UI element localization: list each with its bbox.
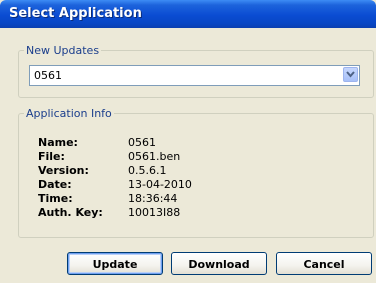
- info-row-version: Version: 0.5.6.1: [38, 164, 278, 178]
- info-label: Auth. Key:: [38, 206, 103, 219]
- select-application-dialog: Select Application New Updates 0561 Appl…: [0, 0, 376, 283]
- info-value: 10013I88: [128, 206, 181, 219]
- application-info-group: Application Info Name: 0561 File: 0561.b…: [18, 107, 374, 238]
- download-button[interactable]: Download: [171, 252, 267, 275]
- window-title: Select Application: [9, 6, 142, 21]
- info-row-auth-key: Auth. Key: 10013I88: [38, 206, 278, 220]
- info-label: Date:: [38, 178, 72, 191]
- info-row-name: Name: 0561: [38, 136, 278, 150]
- update-select-value: 0561: [34, 69, 62, 82]
- update-button[interactable]: Update: [67, 252, 163, 275]
- dialog-body: New Updates 0561 Application Info Name: …: [0, 28, 376, 283]
- application-info-legend: Application Info: [26, 107, 112, 120]
- chevron-down-icon: [346, 71, 355, 78]
- info-row-file: File: 0561.ben: [38, 150, 278, 164]
- dropdown-button[interactable]: [343, 67, 358, 82]
- info-value: 13-04-2010: [128, 178, 192, 191]
- info-list: Name: 0561 File: 0561.ben Version: 0.5.6…: [38, 136, 278, 220]
- info-label: Version:: [38, 164, 89, 177]
- new-updates-group: New Updates 0561: [18, 44, 374, 98]
- new-updates-legend: New Updates: [26, 44, 100, 57]
- info-value: 0561: [128, 136, 156, 149]
- info-label: File:: [38, 150, 65, 163]
- info-value: 0.5.6.1: [128, 164, 167, 177]
- info-label: Name:: [38, 136, 78, 149]
- info-row-time: Time: 18:36:44: [38, 192, 278, 206]
- update-select[interactable]: 0561: [29, 65, 360, 86]
- info-row-date: Date: 13-04-2010: [38, 178, 278, 192]
- info-label: Time:: [38, 192, 73, 205]
- info-value: 0561.ben: [128, 150, 181, 163]
- title-bar[interactable]: Select Application: [0, 0, 376, 28]
- info-value: 18:36:44: [128, 192, 178, 205]
- cancel-button[interactable]: Cancel: [276, 252, 372, 275]
